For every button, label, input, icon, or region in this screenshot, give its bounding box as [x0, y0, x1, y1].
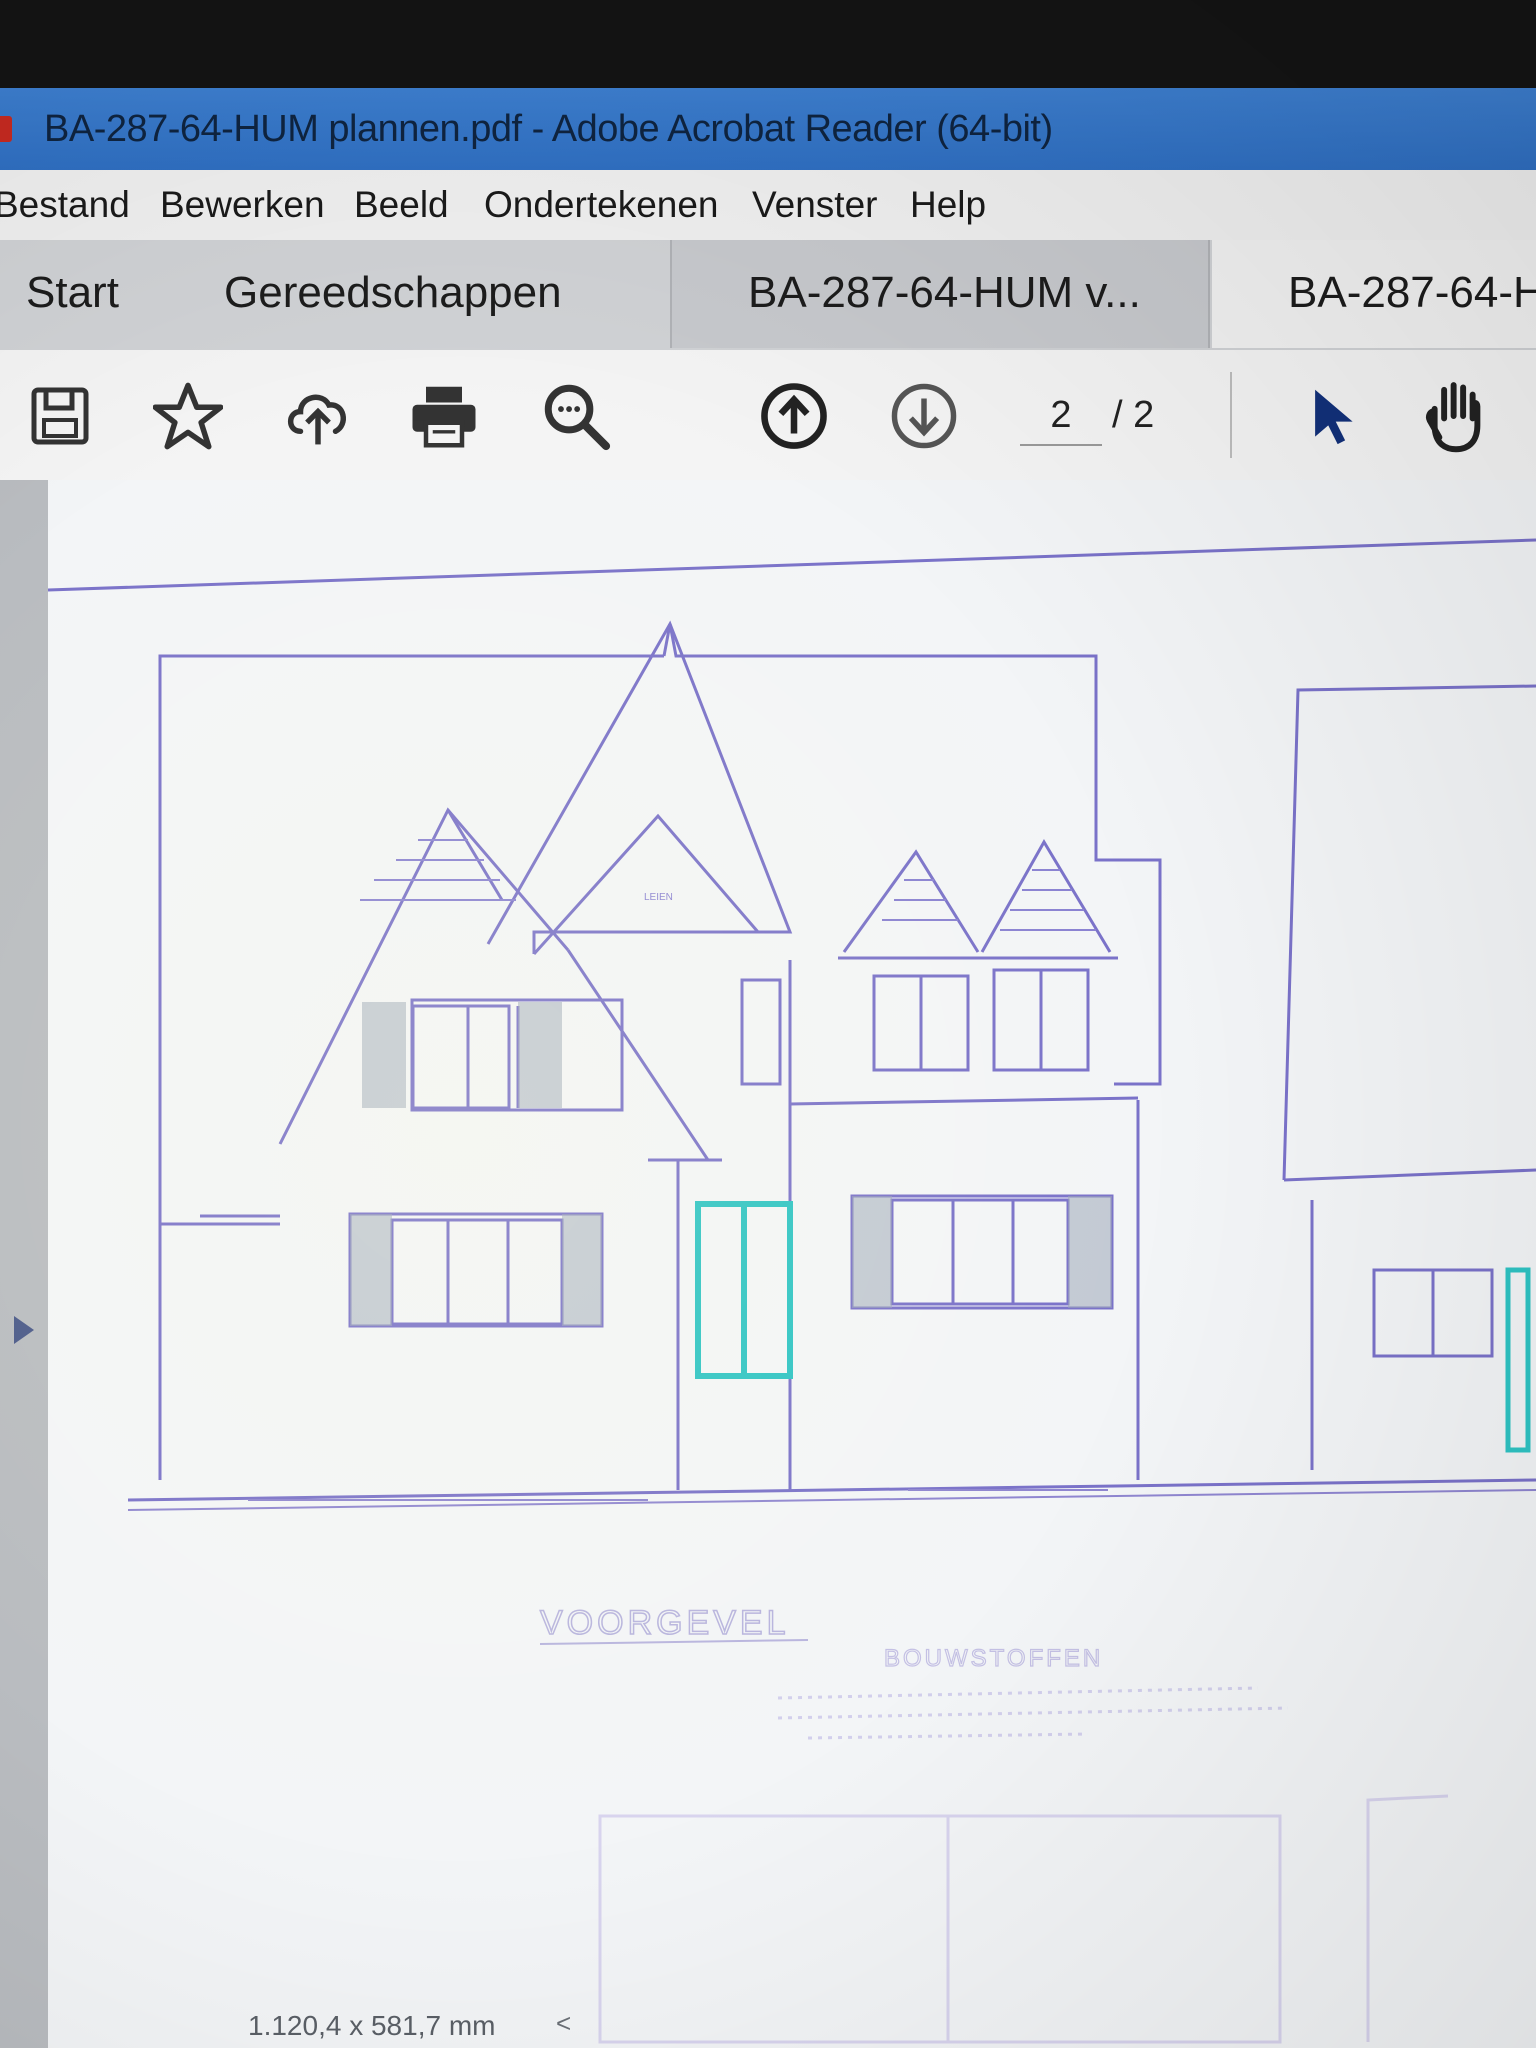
save-icon[interactable]	[18, 374, 102, 458]
hand-tool-icon[interactable]	[1414, 374, 1498, 458]
document-viewport[interactable]: LEIEN VOORGEVEL BOUWSTOFFEN 1.120,4 x 58…	[0, 480, 1536, 2048]
gable-label: LEIEN	[644, 892, 673, 903]
acrobat-app-icon	[0, 116, 12, 142]
tab-start[interactable]: Start	[0, 240, 200, 348]
page-up-icon[interactable]	[752, 374, 836, 458]
page-down-icon[interactable]	[882, 374, 966, 458]
star-icon[interactable]	[146, 374, 230, 458]
toolbar: 2 / 2	[0, 350, 1536, 482]
entrance-door	[695, 1201, 793, 1379]
page-number-input[interactable]: 2	[1020, 386, 1102, 446]
scroll-left-arrow[interactable]: <	[556, 2008, 571, 2039]
print-icon[interactable]	[402, 374, 486, 458]
tab-tools[interactable]: Gereedschappen	[200, 240, 670, 348]
menu-bar: Bestand Bewerken Beeld Ondertekenen Vens…	[0, 170, 1536, 241]
acrobat-window: BA-287-64-HUM plannen.pdf - Adobe Acroba…	[0, 88, 1536, 2048]
menu-ondertekenen[interactable]: Ondertekenen	[484, 184, 719, 226]
title-bar: BA-287-64-HUM plannen.pdf - Adobe Acroba…	[0, 88, 1536, 170]
expand-pane-arrow-icon[interactable]	[14, 1316, 34, 1344]
tab-document-1[interactable]: BA-287-64-HUM v...	[670, 240, 1210, 348]
materials-heading: BOUWSTOFFEN	[884, 1645, 1103, 1672]
pdf-page: LEIEN VOORGEVEL BOUWSTOFFEN 1.120,4 x 58…	[48, 480, 1536, 2048]
menu-beeld[interactable]: Beeld	[354, 184, 449, 226]
navigation-pane[interactable]	[0, 480, 48, 2048]
tab-bar: Start Gereedschappen BA-287-64-HUM v... …	[0, 240, 1536, 350]
select-cursor-icon[interactable]	[1290, 374, 1374, 458]
drawing-label: VOORGEVEL	[540, 1604, 790, 1642]
page-total: / 2	[1112, 394, 1155, 436]
toolbar-divider	[1230, 372, 1232, 458]
menu-bestand[interactable]: Bestand	[0, 184, 130, 226]
upload-cloud-icon[interactable]	[276, 374, 360, 458]
page-size-readout: 1.120,4 x 581,7 mm	[248, 2010, 496, 2041]
tab-document-2[interactable]: BA-287-64-H	[1212, 240, 1536, 348]
elevation-drawing: LEIEN VOORGEVEL BOUWSTOFFEN	[48, 538, 1536, 2044]
zoom-search-icon[interactable]	[534, 374, 618, 458]
window-title: BA-287-64-HUM plannen.pdf - Adobe Acroba…	[44, 108, 1053, 150]
menu-help[interactable]: Help	[910, 184, 986, 226]
menu-venster[interactable]: Venster	[752, 184, 877, 226]
menu-bewerken[interactable]: Bewerken	[160, 184, 325, 226]
